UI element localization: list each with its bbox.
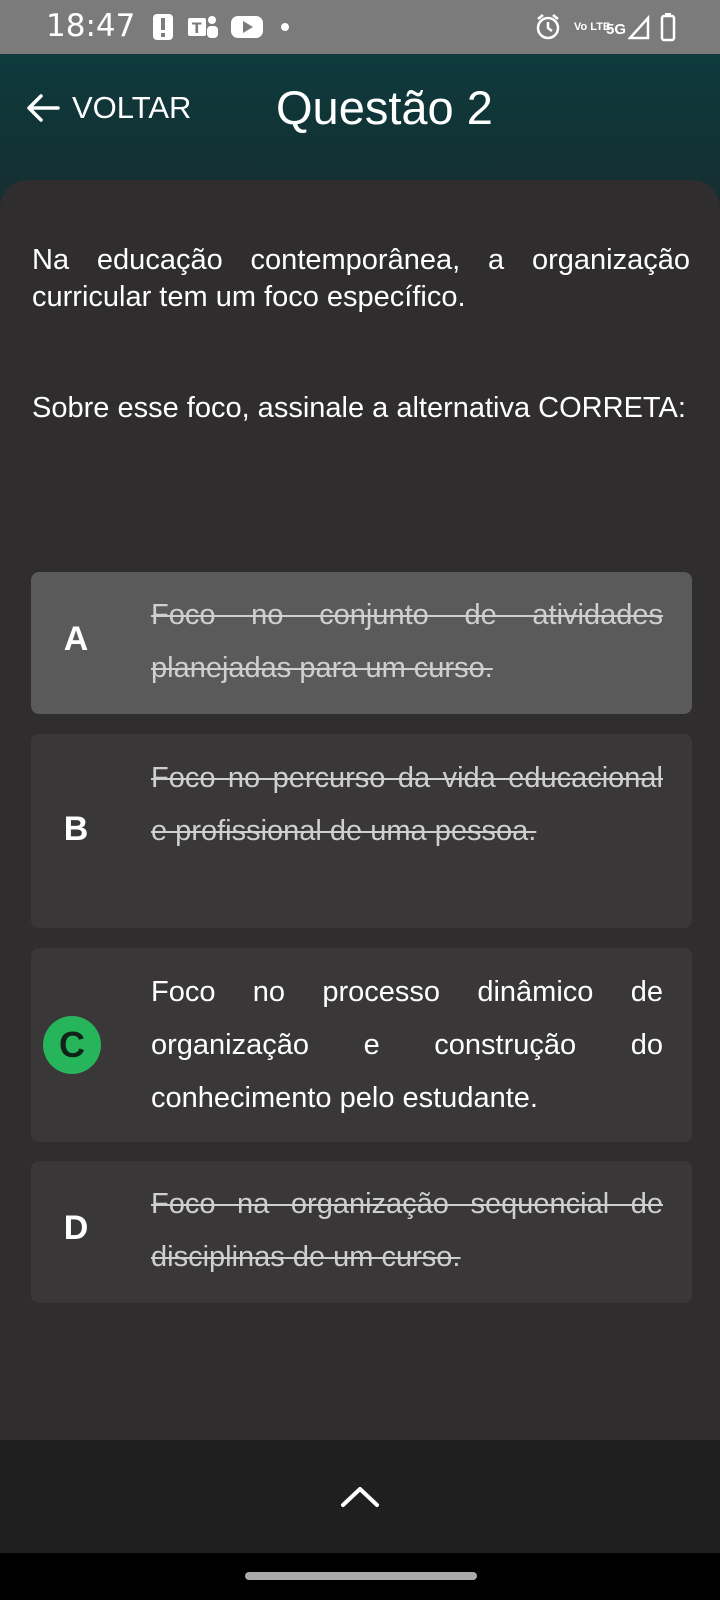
status-bar: 18:47 T Vo LTE 5G [0, 0, 720, 54]
question-paragraph-1: Na educação contemporânea, a organização… [32, 244, 690, 313]
chevron-up-icon[interactable] [340, 1484, 380, 1513]
correct-answer-badge: C [43, 1016, 101, 1074]
back-label: VOLTAR [72, 90, 192, 125]
arrow-left-icon [27, 94, 60, 122]
more-notifications-dot-icon [280, 12, 290, 42]
question-paragraph-2: Sobre esse foco, assinale a alternativa … [32, 392, 686, 424]
system-nav-bar [0, 1553, 720, 1600]
status-time: 18:47 [46, 8, 136, 44]
youtube-icon [230, 12, 264, 42]
option-letter: B [63, 810, 89, 848]
option-text: Foco no processo dinâmico de organização… [151, 976, 663, 1114]
option-letter: D [63, 1209, 89, 1247]
option-c[interactable]: C Foco no processo dinâmico de organizaç… [31, 948, 692, 1142]
page-title: Questão 2 [276, 81, 493, 134]
battery-icon [660, 12, 676, 42]
option-d[interactable]: D Foco na organização sequencial de disc… [31, 1161, 692, 1303]
volte-icon: Vo LTE [574, 20, 611, 33]
option-a[interactable]: A Foco no conjunto de atividades planeja… [31, 572, 692, 714]
svg-text:T: T [192, 21, 202, 37]
alert-notification-icon [152, 12, 174, 42]
option-text: Foco no conjunto de atividades planejada… [151, 599, 663, 684]
home-gesture-handle[interactable] [245, 1572, 477, 1580]
network-type: 5G [606, 20, 627, 38]
alarm-icon [535, 12, 561, 42]
option-b[interactable]: B Foco no percurso da vida educacional e… [31, 734, 692, 928]
back-button[interactable]: VOLTAR [26, 90, 191, 126]
signal-icon [628, 12, 650, 42]
option-letter: A [63, 620, 89, 658]
bottom-bar [0, 1440, 720, 1553]
teams-icon: T [186, 12, 220, 42]
option-text: Foco na organização sequencial de discip… [151, 1188, 663, 1273]
option-text: Foco no percurso da vida educacional e p… [151, 762, 663, 847]
